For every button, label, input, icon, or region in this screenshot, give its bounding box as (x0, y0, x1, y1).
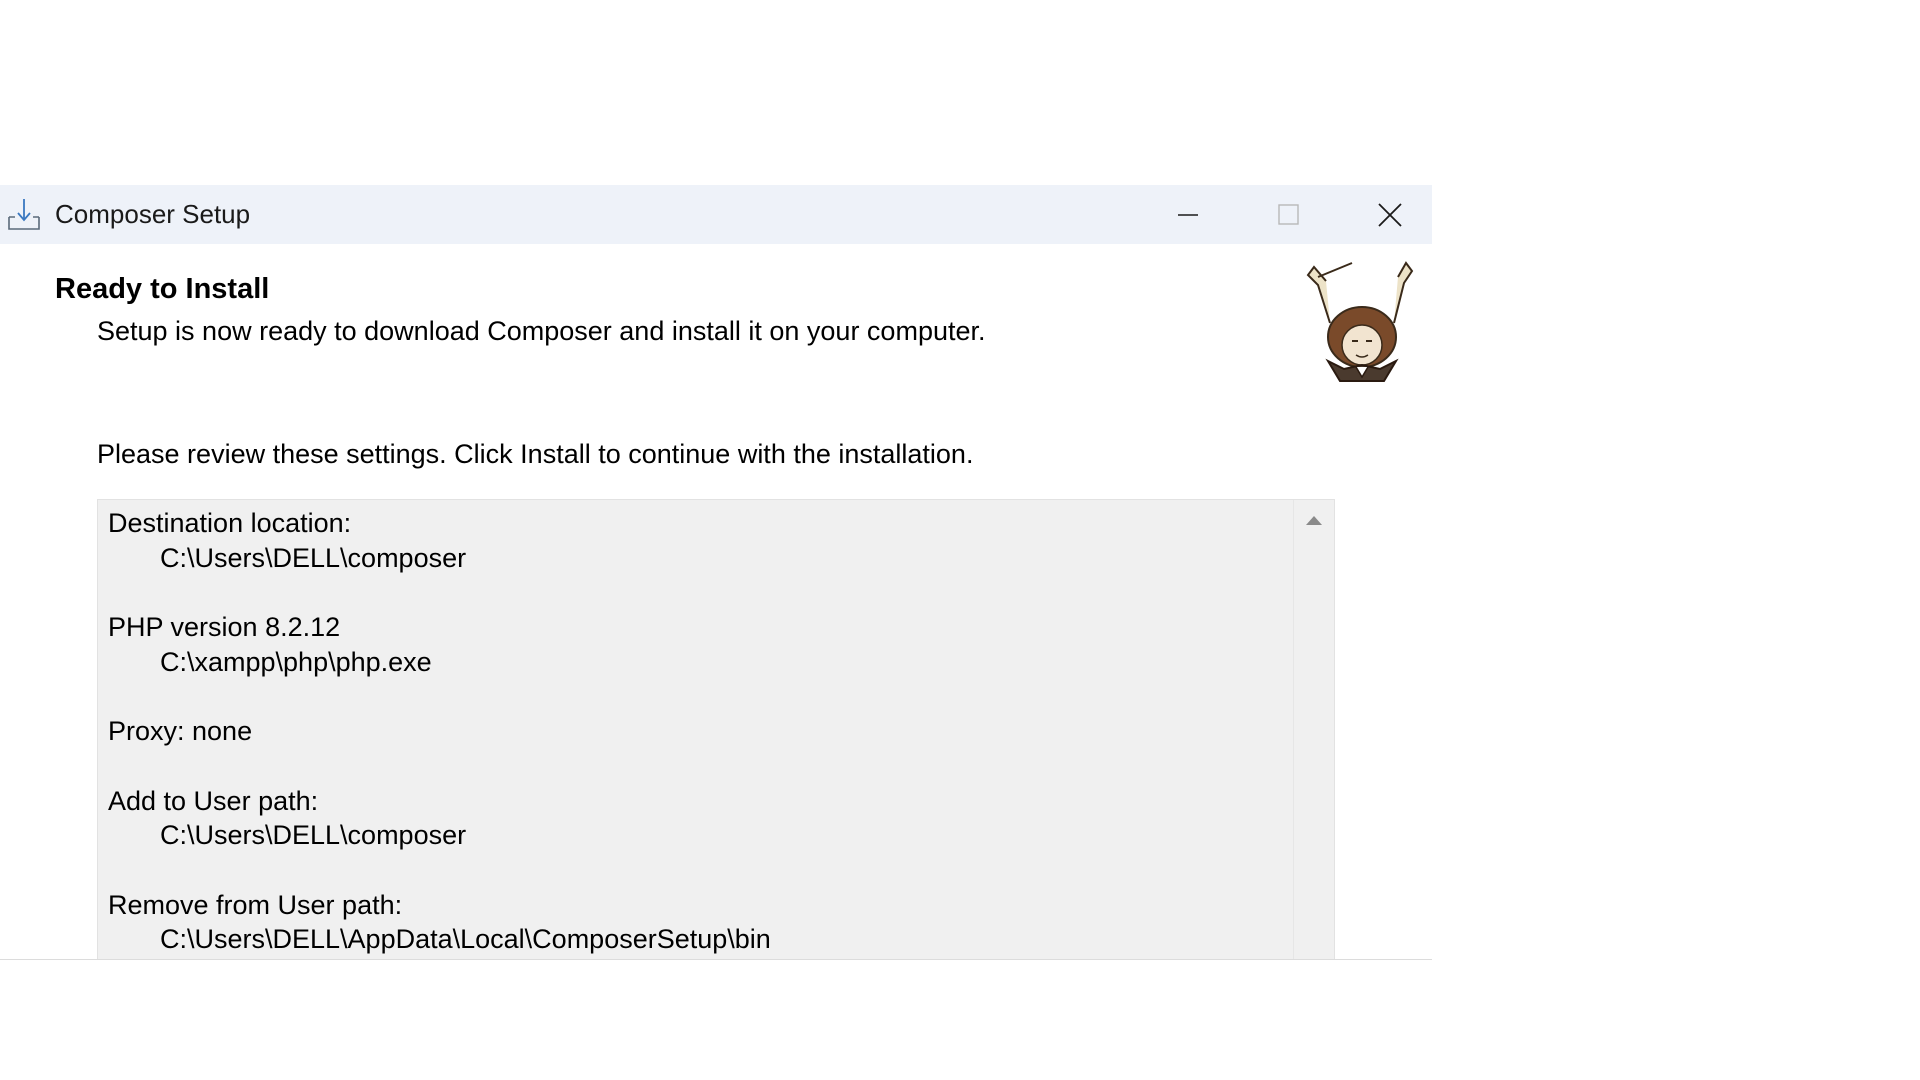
memo-line: Add to User path: (108, 785, 319, 816)
settings-summary-memo[interactable]: Destination location: C:\Users\DELL\comp… (97, 499, 1335, 960)
settings-summary-text: Destination location: C:\Users\DELL\comp… (108, 506, 771, 957)
composer-conductor-mascot-icon (1300, 253, 1424, 385)
minimize-button[interactable] (1138, 185, 1238, 244)
memo-line: Proxy: none (108, 716, 253, 747)
memo-line (108, 853, 771, 888)
memo-line (108, 575, 771, 610)
memo-line: C:\Users\DELL\AppData\Local\ComposerSetu… (160, 924, 771, 955)
page-subheading: Setup is now ready to download Composer … (97, 316, 986, 346)
memo-line: PHP version 8.2.12 (108, 612, 341, 643)
memo-scrollbar[interactable] (1293, 500, 1334, 960)
minimize-icon (1178, 214, 1198, 216)
memo-line (108, 679, 771, 714)
instructions-text: Please review these settings. Click Inst… (97, 439, 974, 469)
memo-line: C:\Users\DELL\composer (160, 820, 467, 851)
title-bar[interactable]: Composer Setup (0, 185, 1432, 244)
close-button[interactable] (1340, 185, 1432, 244)
install-download-icon (7, 197, 41, 231)
setup-window: Composer Setup Ready to Install Setup is… (0, 185, 1432, 960)
memo-line: Remove from User path: (108, 889, 403, 920)
page-heading: Ready to Install (55, 273, 270, 305)
memo-line (108, 749, 771, 784)
memo-line: C:\Users\DELL\composer (160, 542, 467, 573)
memo-line: Destination location: (108, 508, 352, 538)
close-icon (1378, 203, 1402, 227)
memo-line: C:\xampp\php\php.exe (160, 646, 432, 677)
divider (0, 959, 1432, 960)
maximize-icon (1278, 204, 1299, 225)
scroll-up-arrow-icon[interactable] (1306, 516, 1322, 525)
maximize-button[interactable] (1238, 185, 1338, 244)
window-title: Composer Setup (55, 199, 251, 229)
